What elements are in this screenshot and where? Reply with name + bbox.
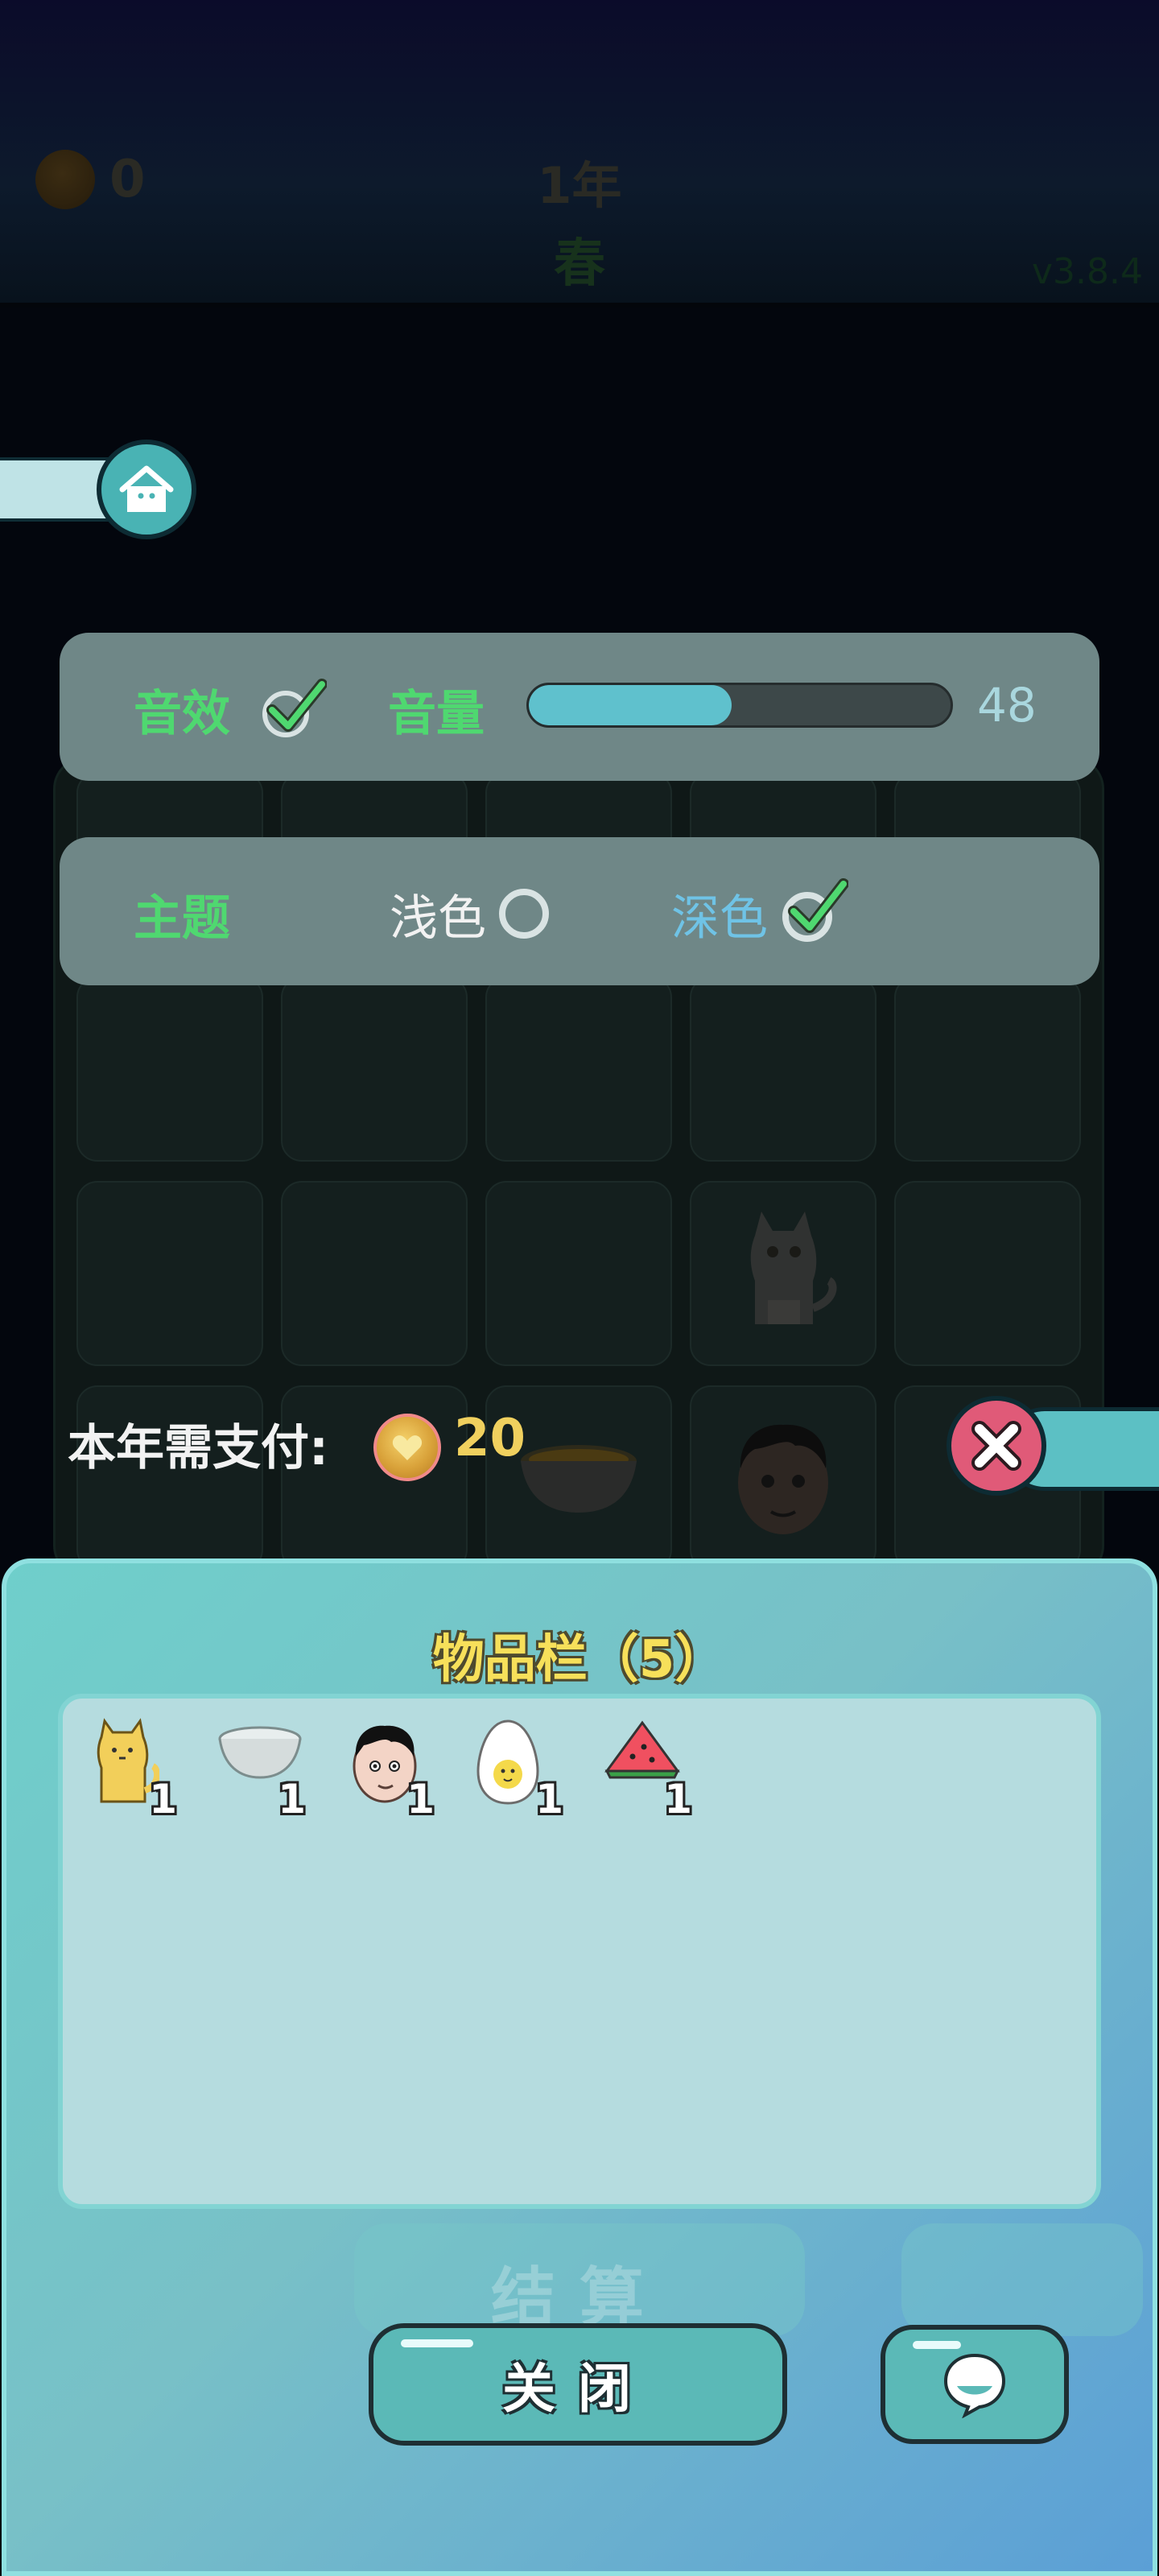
coin-count: 0 <box>109 150 146 209</box>
inventory-title: 物品栏（5） <box>432 1630 727 1690</box>
chat-bubble-icon <box>943 2353 1006 2418</box>
background-button <box>901 2223 1143 2336</box>
checkmark-icon <box>788 878 848 933</box>
board-cell <box>281 1181 468 1366</box>
volume-slider-fill <box>529 685 732 725</box>
board-cell <box>76 976 263 1162</box>
theme-dark-radio[interactable] <box>782 877 850 945</box>
board-cell <box>894 1181 1081 1366</box>
close-button-label: 关闭 <box>502 2358 654 2420</box>
close-icon <box>947 1396 1046 1496</box>
top-bar-divider <box>0 303 1159 308</box>
volume-slider[interactable] <box>526 683 953 728</box>
cat-icon <box>723 1203 843 1344</box>
payment-label: 本年需支付: <box>68 1420 328 1476</box>
inventory-item[interactable]: 1 <box>216 1718 312 1823</box>
board-cell <box>690 976 876 1162</box>
close-button[interactable]: 关闭 <box>369 2323 787 2446</box>
payment-amount: 20 <box>454 1409 526 1468</box>
sound-label: 音效 <box>134 686 230 742</box>
board-cell <box>894 976 1081 1162</box>
inventory-item-count: 1 <box>535 1776 563 1823</box>
version-label: v3.8.4 <box>1032 251 1143 292</box>
inventory-item-count: 1 <box>278 1776 306 1823</box>
board-cell <box>485 1181 672 1366</box>
coin-icon <box>35 150 95 209</box>
board-cell-cat <box>690 1181 876 1366</box>
home-button[interactable] <box>0 440 209 539</box>
board-cell <box>485 976 672 1162</box>
theme-light-label: 浅色 <box>390 890 486 947</box>
inventory-item[interactable]: 1 <box>473 1718 570 1823</box>
inventory-item-count: 1 <box>406 1776 435 1823</box>
theme-light-radio[interactable] <box>499 889 549 939</box>
inventory-item-count: 1 <box>149 1776 177 1823</box>
inventory-item[interactable]: 1 <box>87 1718 184 1823</box>
man-icon <box>723 1412 843 1544</box>
board-cell <box>76 1181 263 1366</box>
inventory-item-count: 1 <box>664 1776 692 1823</box>
theme-settings-panel: 主题 浅色 深色 <box>60 837 1099 985</box>
volume-value: 48 <box>977 678 1037 733</box>
egg-icon <box>473 1718 542 1810</box>
inventory-grid: 1 1 1 1 1 <box>58 1694 1101 2209</box>
bowl-icon <box>514 1432 643 1524</box>
close-panel-button[interactable] <box>947 1396 1159 1496</box>
theme-label: 主题 <box>134 890 230 947</box>
sound-checkbox[interactable] <box>262 678 327 742</box>
inventory-item[interactable]: 1 <box>602 1718 699 1823</box>
board-cell-man <box>690 1385 876 1571</box>
board-cell <box>281 976 468 1162</box>
chat-button[interactable] <box>881 2325 1069 2444</box>
theme-dark-label: 深色 <box>671 890 768 947</box>
year-label: 1年 <box>537 156 622 215</box>
coin-icon <box>373 1414 441 1481</box>
sound-settings-panel: 音效 音量 48 <box>60 633 1099 781</box>
home-icon <box>97 440 196 539</box>
season-label: 春 <box>554 234 605 294</box>
inventory-item[interactable]: 1 <box>344 1718 441 1823</box>
checkmark-icon <box>266 679 327 732</box>
volume-label: 音量 <box>388 686 485 742</box>
